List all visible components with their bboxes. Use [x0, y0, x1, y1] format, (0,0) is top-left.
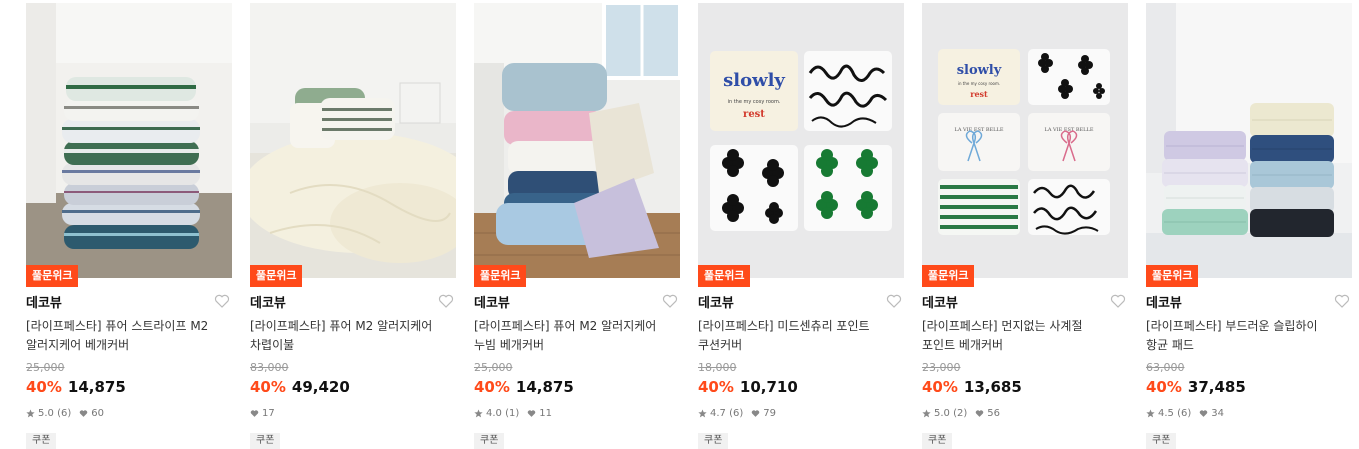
product-image[interactable] [474, 3, 680, 278]
svg-text:in the my cosy room.: in the my cosy room. [958, 81, 1000, 86]
rating: 5.0 (6) [38, 408, 72, 419]
like-count: 11 [539, 408, 552, 419]
product-grid: 풀문위크 데코뷰 [라이프페스타] 퓨어 스트라이프 M2 알러지케어 베개커버 … [0, 0, 1359, 449]
discount-rate: 40% [698, 378, 734, 396]
discount-rate: 40% [1146, 378, 1182, 396]
original-price: 25,000 [474, 361, 513, 374]
rating: 4.5 (6) [1158, 408, 1192, 419]
star-icon [922, 409, 931, 418]
star-icon [1146, 409, 1155, 418]
price-row: 40% 14,875 [26, 378, 126, 396]
brand-name[interactable]: 데코뷰 [474, 296, 510, 311]
review-meta: 4.7 (6) 79 [698, 408, 776, 419]
product-image[interactable]: slowly in the my cosy room. rest LA VIE … [922, 3, 1128, 278]
product-image[interactable] [250, 3, 456, 278]
star-icon [26, 409, 35, 418]
heart-icon[interactable] [1334, 293, 1350, 309]
original-price: 23,000 [922, 361, 961, 374]
sale-price: 14,875 [67, 378, 126, 396]
review-meta: 4.0 (1) 11 [474, 408, 552, 419]
review-meta: 5.0 (2) 56 [922, 408, 1000, 419]
brand-row: 데코뷰 [26, 292, 232, 312]
product-image[interactable] [26, 3, 232, 278]
like-count: 60 [91, 408, 104, 419]
product-title[interactable]: [라이프페스타] 미드센츄리 포인트 쿠션커버 [698, 317, 904, 355]
brand-row: 데코뷰 [250, 292, 456, 312]
review-meta: 4.5 (6) 34 [1146, 408, 1224, 419]
heart-icon[interactable] [1110, 293, 1126, 309]
like-count: 79 [763, 408, 776, 419]
brand-row: 데코뷰 [922, 292, 1128, 312]
sale-price: 13,685 [963, 378, 1022, 396]
product-image[interactable]: slowly in the my cosy room. rest [698, 3, 904, 278]
review-meta: 5.0 (6) 60 [26, 408, 104, 419]
review-meta: 17 [250, 408, 275, 419]
original-price: 83,000 [250, 361, 289, 374]
promo-badge: 풀문위크 [922, 265, 975, 287]
original-price: 63,000 [1146, 361, 1185, 374]
heart-icon[interactable] [886, 293, 902, 309]
product-title[interactable]: [라이프페스타] 퓨어 M2 알러지케어 누빔 베개커버 [474, 317, 680, 355]
brand-name[interactable]: 데코뷰 [922, 296, 958, 311]
heart-filled-icon [1200, 410, 1208, 417]
original-price: 25,000 [26, 361, 65, 374]
product-title[interactable]: [라이프페스타] 부드러운 슬립하이 항균 패드 [1146, 317, 1352, 355]
sale-price: 14,875 [515, 378, 574, 396]
product-title[interactable]: [라이프페스타] 퓨어 M2 알러지케어 차렵이불 [250, 317, 456, 355]
star-icon [698, 409, 707, 418]
promo-badge: 풀문위크 [26, 265, 79, 287]
sale-price: 49,420 [291, 378, 350, 396]
brand-name[interactable]: 데코뷰 [1146, 296, 1182, 311]
promo-badge: 풀문위크 [1146, 265, 1199, 287]
like-count: 56 [987, 408, 1000, 419]
svg-text:slowly: slowly [723, 70, 785, 91]
star-icon [474, 409, 483, 418]
heart-icon[interactable] [662, 293, 678, 309]
rating: 4.7 (6) [710, 408, 744, 419]
heart-icon[interactable] [214, 293, 230, 309]
brand-row: 데코뷰 [1146, 292, 1352, 312]
heart-filled-icon [80, 410, 88, 417]
sale-price: 10,710 [739, 378, 798, 396]
heart-filled-icon [250, 410, 259, 417]
heart-filled-icon [528, 410, 536, 417]
brand-row: 데코뷰 [474, 292, 680, 312]
like-count: 17 [262, 408, 275, 419]
price-row: 40% 10,710 [698, 378, 798, 396]
brand-name[interactable]: 데코뷰 [250, 296, 286, 311]
promo-badge: 풀문위크 [250, 265, 303, 287]
original-price: 18,000 [698, 361, 737, 374]
product-title[interactable]: [라이프페스타] 퓨어 스트라이프 M2 알러지케어 베개커버 [26, 317, 232, 355]
rating: 4.0 (1) [486, 408, 520, 419]
discount-rate: 40% [250, 378, 286, 396]
price-row: 40% 37,485 [1146, 378, 1246, 396]
price-row: 40% 13,685 [922, 378, 1022, 396]
sale-price: 37,485 [1187, 378, 1246, 396]
product-title[interactable]: [라이프페스타] 먼지없는 사계절 포인트 베개커버 [922, 317, 1128, 355]
svg-text:rest: rest [970, 89, 988, 99]
discount-rate: 40% [922, 378, 958, 396]
svg-text:slowly: slowly [957, 63, 1002, 78]
discount-rate: 40% [26, 378, 62, 396]
price-row: 40% 14,875 [474, 378, 574, 396]
price-row: 40% 49,420 [250, 378, 350, 396]
product-image[interactable] [1146, 3, 1352, 278]
brand-name[interactable]: 데코뷰 [26, 296, 62, 311]
promo-badge: 풀문위크 [474, 265, 527, 287]
rating: 5.0 (2) [934, 408, 968, 419]
svg-text:in the my cosy room.: in the my cosy room. [728, 99, 781, 105]
heart-filled-icon [752, 410, 760, 417]
discount-rate: 40% [474, 378, 510, 396]
heart-filled-icon [976, 410, 984, 417]
brand-row: 데코뷰 [698, 292, 904, 312]
svg-text:rest: rest [743, 109, 765, 120]
heart-icon[interactable] [438, 293, 454, 309]
brand-name[interactable]: 데코뷰 [698, 296, 734, 311]
like-count: 34 [1211, 408, 1224, 419]
promo-badge: 풀문위크 [698, 265, 751, 287]
